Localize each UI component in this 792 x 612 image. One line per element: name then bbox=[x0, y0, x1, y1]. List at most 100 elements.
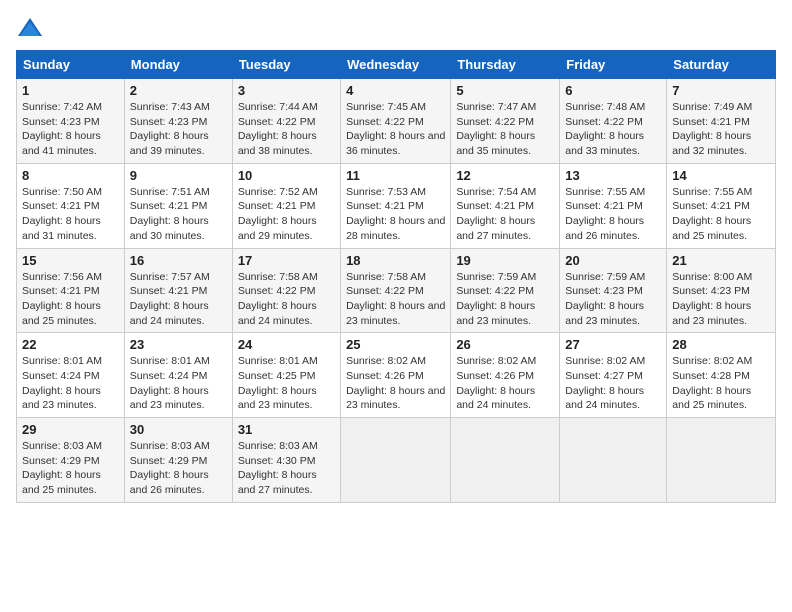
day-number: 10 bbox=[238, 168, 335, 183]
calendar-cell: 18 Sunrise: 7:58 AM Sunset: 4:22 PM Dayl… bbox=[341, 248, 451, 333]
day-number: 13 bbox=[565, 168, 661, 183]
day-info: Sunrise: 7:52 AM Sunset: 4:21 PM Dayligh… bbox=[238, 185, 335, 244]
calendar-table: SundayMondayTuesdayWednesdayThursdayFrid… bbox=[16, 50, 776, 503]
day-number: 7 bbox=[672, 83, 770, 98]
week-row-3: 15 Sunrise: 7:56 AM Sunset: 4:21 PM Dayl… bbox=[17, 248, 776, 333]
day-info: Sunrise: 7:54 AM Sunset: 4:21 PM Dayligh… bbox=[456, 185, 554, 244]
day-info: Sunrise: 7:53 AM Sunset: 4:21 PM Dayligh… bbox=[346, 185, 445, 244]
weekday-header-tuesday: Tuesday bbox=[232, 51, 340, 79]
calendar-cell: 28 Sunrise: 8:02 AM Sunset: 4:28 PM Dayl… bbox=[667, 333, 776, 418]
calendar-cell: 9 Sunrise: 7:51 AM Sunset: 4:21 PM Dayli… bbox=[124, 163, 232, 248]
calendar-cell: 20 Sunrise: 7:59 AM Sunset: 4:23 PM Dayl… bbox=[560, 248, 667, 333]
logo bbox=[16, 16, 48, 40]
day-info: Sunrise: 7:55 AM Sunset: 4:21 PM Dayligh… bbox=[672, 185, 770, 244]
day-info: Sunrise: 7:42 AM Sunset: 4:23 PM Dayligh… bbox=[22, 100, 119, 159]
day-info: Sunrise: 7:49 AM Sunset: 4:21 PM Dayligh… bbox=[672, 100, 770, 159]
day-info: Sunrise: 8:01 AM Sunset: 4:25 PM Dayligh… bbox=[238, 354, 335, 413]
week-row-2: 8 Sunrise: 7:50 AM Sunset: 4:21 PM Dayli… bbox=[17, 163, 776, 248]
day-info: Sunrise: 7:45 AM Sunset: 4:22 PM Dayligh… bbox=[346, 100, 445, 159]
day-number: 1 bbox=[22, 83, 119, 98]
weekday-header-sunday: Sunday bbox=[17, 51, 125, 79]
day-number: 23 bbox=[130, 337, 227, 352]
day-info: Sunrise: 8:03 AM Sunset: 4:29 PM Dayligh… bbox=[130, 439, 227, 498]
calendar-cell: 24 Sunrise: 8:01 AM Sunset: 4:25 PM Dayl… bbox=[232, 333, 340, 418]
day-number: 24 bbox=[238, 337, 335, 352]
day-info: Sunrise: 8:02 AM Sunset: 4:26 PM Dayligh… bbox=[346, 354, 445, 413]
day-number: 9 bbox=[130, 168, 227, 183]
calendar-cell: 17 Sunrise: 7:58 AM Sunset: 4:22 PM Dayl… bbox=[232, 248, 340, 333]
weekday-header-thursday: Thursday bbox=[451, 51, 560, 79]
day-info: Sunrise: 7:57 AM Sunset: 4:21 PM Dayligh… bbox=[130, 270, 227, 329]
logo-icon bbox=[16, 16, 44, 40]
day-info: Sunrise: 8:01 AM Sunset: 4:24 PM Dayligh… bbox=[130, 354, 227, 413]
calendar-cell: 21 Sunrise: 8:00 AM Sunset: 4:23 PM Dayl… bbox=[667, 248, 776, 333]
calendar-cell bbox=[560, 418, 667, 503]
calendar-cell: 26 Sunrise: 8:02 AM Sunset: 4:26 PM Dayl… bbox=[451, 333, 560, 418]
calendar-cell: 19 Sunrise: 7:59 AM Sunset: 4:22 PM Dayl… bbox=[451, 248, 560, 333]
day-number: 22 bbox=[22, 337, 119, 352]
calendar-cell: 12 Sunrise: 7:54 AM Sunset: 4:21 PM Dayl… bbox=[451, 163, 560, 248]
weekday-header-friday: Friday bbox=[560, 51, 667, 79]
day-info: Sunrise: 8:03 AM Sunset: 4:29 PM Dayligh… bbox=[22, 439, 119, 498]
calendar-cell: 8 Sunrise: 7:50 AM Sunset: 4:21 PM Dayli… bbox=[17, 163, 125, 248]
weekday-header-monday: Monday bbox=[124, 51, 232, 79]
day-info: Sunrise: 8:01 AM Sunset: 4:24 PM Dayligh… bbox=[22, 354, 119, 413]
calendar-cell bbox=[667, 418, 776, 503]
week-row-5: 29 Sunrise: 8:03 AM Sunset: 4:29 PM Dayl… bbox=[17, 418, 776, 503]
day-number: 26 bbox=[456, 337, 554, 352]
week-row-4: 22 Sunrise: 8:01 AM Sunset: 4:24 PM Dayl… bbox=[17, 333, 776, 418]
day-number: 3 bbox=[238, 83, 335, 98]
day-number: 5 bbox=[456, 83, 554, 98]
day-info: Sunrise: 7:43 AM Sunset: 4:23 PM Dayligh… bbox=[130, 100, 227, 159]
calendar-cell: 13 Sunrise: 7:55 AM Sunset: 4:21 PM Dayl… bbox=[560, 163, 667, 248]
day-info: Sunrise: 7:44 AM Sunset: 4:22 PM Dayligh… bbox=[238, 100, 335, 159]
calendar-cell: 6 Sunrise: 7:48 AM Sunset: 4:22 PM Dayli… bbox=[560, 79, 667, 164]
day-info: Sunrise: 7:56 AM Sunset: 4:21 PM Dayligh… bbox=[22, 270, 119, 329]
day-info: Sunrise: 7:51 AM Sunset: 4:21 PM Dayligh… bbox=[130, 185, 227, 244]
day-info: Sunrise: 8:02 AM Sunset: 4:26 PM Dayligh… bbox=[456, 354, 554, 413]
calendar-cell: 29 Sunrise: 8:03 AM Sunset: 4:29 PM Dayl… bbox=[17, 418, 125, 503]
day-number: 16 bbox=[130, 253, 227, 268]
day-number: 31 bbox=[238, 422, 335, 437]
calendar-cell: 5 Sunrise: 7:47 AM Sunset: 4:22 PM Dayli… bbox=[451, 79, 560, 164]
calendar-cell bbox=[451, 418, 560, 503]
calendar-cell: 14 Sunrise: 7:55 AM Sunset: 4:21 PM Dayl… bbox=[667, 163, 776, 248]
calendar-cell: 7 Sunrise: 7:49 AM Sunset: 4:21 PM Dayli… bbox=[667, 79, 776, 164]
calendar-cell bbox=[341, 418, 451, 503]
day-info: Sunrise: 7:58 AM Sunset: 4:22 PM Dayligh… bbox=[346, 270, 445, 329]
day-number: 4 bbox=[346, 83, 445, 98]
day-number: 2 bbox=[130, 83, 227, 98]
calendar-cell: 2 Sunrise: 7:43 AM Sunset: 4:23 PM Dayli… bbox=[124, 79, 232, 164]
day-info: Sunrise: 7:59 AM Sunset: 4:22 PM Dayligh… bbox=[456, 270, 554, 329]
calendar-cell: 30 Sunrise: 8:03 AM Sunset: 4:29 PM Dayl… bbox=[124, 418, 232, 503]
week-row-1: 1 Sunrise: 7:42 AM Sunset: 4:23 PM Dayli… bbox=[17, 79, 776, 164]
day-number: 25 bbox=[346, 337, 445, 352]
day-number: 14 bbox=[672, 168, 770, 183]
day-number: 18 bbox=[346, 253, 445, 268]
calendar-cell: 4 Sunrise: 7:45 AM Sunset: 4:22 PM Dayli… bbox=[341, 79, 451, 164]
day-info: Sunrise: 7:50 AM Sunset: 4:21 PM Dayligh… bbox=[22, 185, 119, 244]
calendar-cell: 10 Sunrise: 7:52 AM Sunset: 4:21 PM Dayl… bbox=[232, 163, 340, 248]
weekday-header-wednesday: Wednesday bbox=[341, 51, 451, 79]
page-header bbox=[16, 16, 776, 40]
day-number: 19 bbox=[456, 253, 554, 268]
day-info: Sunrise: 8:02 AM Sunset: 4:27 PM Dayligh… bbox=[565, 354, 661, 413]
day-number: 8 bbox=[22, 168, 119, 183]
day-info: Sunrise: 7:58 AM Sunset: 4:22 PM Dayligh… bbox=[238, 270, 335, 329]
day-info: Sunrise: 8:00 AM Sunset: 4:23 PM Dayligh… bbox=[672, 270, 770, 329]
day-number: 27 bbox=[565, 337, 661, 352]
weekday-header-row: SundayMondayTuesdayWednesdayThursdayFrid… bbox=[17, 51, 776, 79]
day-number: 30 bbox=[130, 422, 227, 437]
calendar-cell: 27 Sunrise: 8:02 AM Sunset: 4:27 PM Dayl… bbox=[560, 333, 667, 418]
day-number: 17 bbox=[238, 253, 335, 268]
weekday-header-saturday: Saturday bbox=[667, 51, 776, 79]
day-number: 28 bbox=[672, 337, 770, 352]
day-number: 15 bbox=[22, 253, 119, 268]
day-number: 29 bbox=[22, 422, 119, 437]
calendar-cell: 3 Sunrise: 7:44 AM Sunset: 4:22 PM Dayli… bbox=[232, 79, 340, 164]
day-info: Sunrise: 7:55 AM Sunset: 4:21 PM Dayligh… bbox=[565, 185, 661, 244]
day-info: Sunrise: 7:59 AM Sunset: 4:23 PM Dayligh… bbox=[565, 270, 661, 329]
day-info: Sunrise: 7:48 AM Sunset: 4:22 PM Dayligh… bbox=[565, 100, 661, 159]
calendar-cell: 11 Sunrise: 7:53 AM Sunset: 4:21 PM Dayl… bbox=[341, 163, 451, 248]
day-number: 12 bbox=[456, 168, 554, 183]
